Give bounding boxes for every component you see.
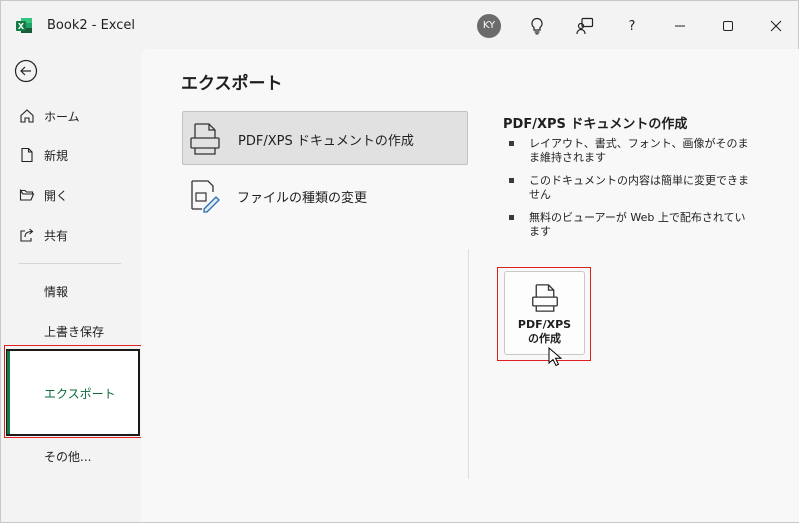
nav-item-label: 上書き保存 [44, 325, 105, 339]
window-title: Book2 - Excel [47, 18, 136, 33]
pane-divider [468, 249, 469, 479]
nav-item-new[interactable]: 新規 [1, 141, 141, 169]
export-pane: エクスポート PDF/XPS ドキュメントの作成 ファイルの種類の変更 PDF/… [141, 49, 799, 522]
maximize-icon[interactable] [717, 15, 739, 37]
nav-item-label: 新規 [44, 149, 69, 163]
account-avatar[interactable]: KY [477, 14, 501, 38]
back-arrow-icon[interactable] [14, 59, 38, 83]
option-label: ファイルの種類の変更 [237, 191, 368, 206]
nav-item-label: 情報 [44, 285, 69, 299]
nav-item-open[interactable]: 開く [1, 181, 141, 209]
home-icon [20, 109, 34, 123]
bullet-item: レイアウト、書式、フォント、画像がそのまま維持されます [509, 137, 749, 165]
backstage-nav: ホーム 新規 開く 共有 情報 上書き保存 エクスポート その他... [1, 49, 142, 522]
mouse-cursor-icon [548, 347, 562, 367]
nav-item-label: ホーム [44, 110, 80, 124]
feedback-person-icon[interactable] [574, 15, 596, 37]
pdf-document-icon [532, 284, 558, 312]
svg-text:X: X [18, 22, 25, 31]
option-label: PDF/XPS ドキュメントの作成 [238, 134, 414, 149]
nav-item-label: 共有 [44, 229, 69, 243]
excel-app-icon: X [16, 18, 32, 33]
minimize-icon[interactable] [669, 15, 691, 37]
title-bar: X Book2 - Excel KY ? [1, 1, 798, 49]
lightbulb-icon[interactable] [526, 15, 548, 37]
detail-bullet-list: レイアウト、書式、フォント、画像がそのまま維持されます このドキュメントの内容は… [509, 137, 749, 248]
close-icon[interactable] [765, 15, 787, 37]
share-icon [20, 228, 34, 242]
page-title: エクスポート [181, 74, 283, 94]
change-file-type-icon [191, 180, 220, 213]
detail-title: PDF/XPS ドキュメントの作成 [503, 117, 688, 132]
folder-open-icon [19, 188, 35, 201]
option-create-pdf-xps[interactable]: PDF/XPS ドキュメントの作成 [182, 111, 468, 165]
pdf-document-icon [190, 123, 220, 155]
new-document-icon [21, 147, 33, 163]
nav-item-home[interactable]: ホーム [1, 102, 141, 130]
nav-item-share[interactable]: 共有 [1, 221, 141, 249]
nav-item-info[interactable]: 情報 [1, 277, 141, 305]
nav-item-label: その他... [44, 450, 92, 464]
excel-window: X Book2 - Excel KY ? ホーム 新規 開く 共有 情報 上書き… [0, 0, 799, 523]
active-indicator [7, 351, 10, 434]
create-button-line1: PDF/XPS [517, 318, 572, 331]
nav-item-label-export: エクスポート [44, 387, 116, 401]
create-button-label: PDF/XPS の作成 [505, 318, 584, 346]
bullet-item: このドキュメントの内容は簡単に変更できません [509, 174, 749, 202]
nav-item-label: 開く [44, 189, 69, 203]
help-icon[interactable]: ? [621, 15, 643, 37]
nav-item-save[interactable]: 上書き保存 [1, 317, 141, 345]
create-button-line2: の作成 [528, 332, 561, 345]
nav-divider [19, 263, 121, 264]
bullet-item: 無料のビューアーが Web 上で配布されています [509, 211, 749, 239]
option-change-file-type[interactable]: ファイルの種類の変更 [182, 169, 468, 223]
create-pdf-xps-button[interactable]: PDF/XPS の作成 [504, 271, 585, 355]
nav-item-more[interactable]: その他... [1, 442, 141, 470]
